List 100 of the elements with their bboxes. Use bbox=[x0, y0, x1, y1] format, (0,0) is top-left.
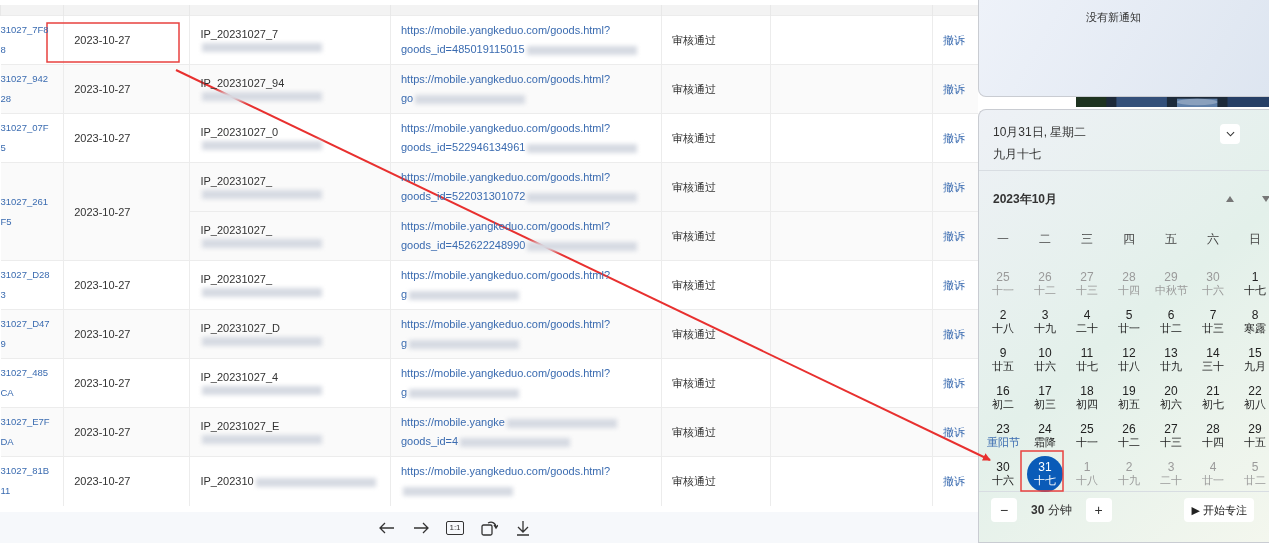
id-link[interactable]: 31027_D28 3 bbox=[0, 265, 50, 305]
url-link[interactable]: https://mobile.yangkeduo.com/goods.html? bbox=[400, 171, 611, 183]
url-link[interactable]: https://mobile.yangkeduo.com/goods.html? bbox=[400, 318, 611, 330]
url-link[interactable]: https://mobile.yangkeduo.com/goods.html? bbox=[400, 24, 611, 36]
weekday-label: 一 bbox=[996, 231, 1010, 248]
url-link[interactable]: https://mobile.yangke bbox=[400, 416, 505, 428]
withdraw-link[interactable]: 撤诉 bbox=[943, 425, 966, 438]
previous-month-icon[interactable] bbox=[1226, 196, 1234, 202]
day-cell[interactable]: 4 二十 bbox=[1069, 304, 1105, 340]
withdraw-link[interactable]: 撤诉 bbox=[943, 33, 966, 46]
day-cell[interactable]: 22 初八 bbox=[1237, 380, 1269, 416]
id-link[interactable]: 31027_942 28 bbox=[0, 69, 49, 109]
day-cell[interactable]: 13 廿九 bbox=[1153, 342, 1189, 378]
ip-text: IP_20231027_D bbox=[200, 322, 280, 334]
weekday-label: 二 bbox=[1038, 231, 1052, 248]
id-link[interactable]: 31027_81B 11 bbox=[0, 461, 50, 502]
day-cell[interactable]: 30 十六 bbox=[985, 456, 1021, 492]
weekday-label: 日 bbox=[1248, 231, 1262, 248]
ip-text: IP_20231027_4 bbox=[200, 371, 279, 383]
date-text: 2023-10-27 bbox=[74, 132, 131, 144]
highlight-rectangle bbox=[1020, 450, 1064, 492]
day-cell[interactable]: 31 十七 bbox=[1027, 456, 1063, 492]
id-link[interactable]: 31027_07F 5 bbox=[0, 118, 49, 158]
day-cell[interactable]: 1 十七 bbox=[1237, 266, 1269, 302]
url-link[interactable]: https://mobile.yangkeduo.com/goods.html? bbox=[400, 122, 611, 134]
day-cell[interactable]: 23 重阳节 bbox=[985, 418, 1021, 454]
date-text: 2023-10-27 bbox=[74, 205, 131, 218]
url-link[interactable]: goods_id=452622248990 bbox=[400, 239, 526, 251]
duration-label: 30 分钟 bbox=[1031, 501, 1072, 519]
ip-text: IP_20231027_ bbox=[200, 224, 273, 236]
ip-text: IP_202310 bbox=[200, 475, 254, 488]
ip-text: IP_20231027_7 bbox=[200, 28, 279, 40]
start-focus-button[interactable]: ▶ 开始专注 bbox=[1184, 498, 1254, 522]
day-cell[interactable]: 17 初三 bbox=[1027, 380, 1063, 416]
ip-text: IP_20231027_94 bbox=[200, 77, 285, 89]
url-link[interactable]: goods_id=522946134961 bbox=[400, 141, 526, 153]
status-text: 审核通过 bbox=[671, 33, 716, 46]
withdraw-link[interactable]: 撤诉 bbox=[943, 376, 966, 389]
day-cell[interactable]: 16 初二 bbox=[985, 380, 1021, 416]
day-cell[interactable]: 14 三十 bbox=[1195, 342, 1231, 378]
day-cell[interactable]: 21 初七 bbox=[1195, 380, 1231, 416]
withdraw-link[interactable]: 撤诉 bbox=[943, 180, 966, 193]
day-cell[interactable]: 20 初六 bbox=[1153, 380, 1189, 416]
day-cell[interactable]: 24 霜降 bbox=[1027, 418, 1063, 454]
url-link[interactable]: g bbox=[400, 337, 408, 349]
url-link[interactable]: go bbox=[400, 92, 414, 104]
url-link[interactable]: https://mobile.yangkeduo.com/goods.html? bbox=[400, 367, 611, 379]
weekday-label: 六 bbox=[1206, 231, 1220, 248]
actual-size-button[interactable]: 1:1 bbox=[446, 520, 464, 535]
url-link[interactable]: goods_id=4 bbox=[400, 435, 459, 447]
day-cell[interactable]: 27 十三 bbox=[1153, 418, 1189, 454]
url-link[interactable]: g bbox=[400, 386, 408, 398]
lunar-date: 九月十七 bbox=[993, 146, 1042, 163]
date-text: 2023-10-27 bbox=[74, 279, 131, 291]
increase-button[interactable]: + bbox=[1085, 498, 1112, 522]
day-cell[interactable]: 29 十五 bbox=[1237, 418, 1269, 454]
status-text: 审核通过 bbox=[671, 278, 716, 291]
url-link[interactable]: g bbox=[400, 288, 408, 300]
day-cell[interactable]: 11 廿七 bbox=[1069, 342, 1105, 378]
status-text: 审核通过 bbox=[671, 376, 716, 389]
withdraw-link[interactable]: 撤诉 bbox=[943, 131, 966, 144]
withdraw-link[interactable]: 撤诉 bbox=[943, 229, 966, 242]
status-text: 审核通过 bbox=[671, 474, 716, 487]
ip-text: IP_20231027_E bbox=[200, 420, 280, 432]
withdraw-link[interactable]: 撤诉 bbox=[943, 82, 966, 95]
day-cell[interactable]: 2 十八 bbox=[985, 304, 1021, 340]
date-text: 2023-10-27 bbox=[74, 328, 131, 340]
next-month-icon[interactable] bbox=[1262, 196, 1269, 202]
collapse-button[interactable] bbox=[1220, 124, 1240, 144]
day-cell[interactable]: 28 十四 bbox=[1195, 418, 1231, 454]
day-cell[interactable]: 12 廿八 bbox=[1111, 342, 1147, 378]
day-cell[interactable]: 9 廿五 bbox=[985, 342, 1021, 378]
weekday-label: 三 bbox=[1080, 231, 1094, 248]
day-cell[interactable]: 10 廿六 bbox=[1027, 342, 1063, 378]
empty-notice: 没有新通知 bbox=[1085, 10, 1141, 24]
withdraw-link[interactable]: 撤诉 bbox=[943, 327, 966, 340]
day-cell[interactable]: 5 廿一 bbox=[1111, 304, 1147, 340]
decrease-button[interactable]: − bbox=[991, 498, 1017, 522]
id-link[interactable]: 31027_485 CA bbox=[0, 363, 49, 403]
day-cell[interactable]: 19 初五 bbox=[1111, 380, 1147, 416]
ip-text: IP_20231027_ bbox=[200, 273, 273, 285]
status-text: 审核通过 bbox=[671, 131, 716, 144]
day-cell[interactable]: 26 十二 bbox=[1111, 418, 1147, 454]
date-text: 2023-10-27 bbox=[74, 426, 131, 438]
day-cell[interactable]: 15 九月 bbox=[1237, 342, 1269, 378]
url-link[interactable]: goods_id=485019115015 bbox=[400, 43, 525, 55]
day-cell[interactable]: 6 廿二 bbox=[1153, 304, 1189, 340]
id-link[interactable]: 31027_261 F5 bbox=[0, 191, 49, 232]
day-cell[interactable]: 25 十一 bbox=[1069, 418, 1105, 454]
date-heading: 10月31日, 星期二 bbox=[993, 124, 1087, 141]
day-cell[interactable]: 8 寒露 bbox=[1237, 304, 1269, 340]
id-link[interactable]: 31027_E7F DA bbox=[0, 412, 50, 452]
url-link[interactable]: https://mobile.yangkeduo.com/goods.html? bbox=[400, 73, 611, 85]
url-link[interactable]: https://mobile.yangkeduo.com/goods.html? bbox=[400, 465, 611, 478]
id-link[interactable]: 31027_D47 9 bbox=[0, 314, 50, 354]
withdraw-link[interactable]: 撤诉 bbox=[943, 278, 966, 291]
day-cell[interactable]: 18 初四 bbox=[1069, 380, 1105, 416]
day-cell[interactable]: 3 十九 bbox=[1027, 304, 1063, 340]
withdraw-link[interactable]: 撤诉 bbox=[943, 474, 966, 487]
day-cell[interactable]: 7 廿三 bbox=[1195, 304, 1231, 340]
